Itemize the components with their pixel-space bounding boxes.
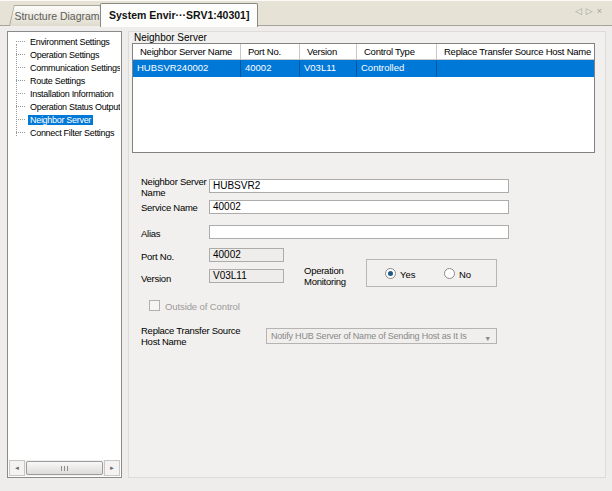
table-row-selected[interactable]: HUBSVR240002 40002 V03L11 Controlled (133, 60, 594, 77)
service-name-field[interactable]: 40002 (209, 200, 509, 214)
scrollbar-thumb[interactable] (26, 461, 103, 475)
sidebar-item-installation-information[interactable]: Installation Information (8, 87, 120, 100)
neighbor-server-name-label: Neighbor Server Name (141, 177, 208, 198)
replace-transfer-dropdown-value: Notify HUB Server of Name of Sending Hos… (271, 331, 467, 341)
radio-yes-label[interactable]: Yes (400, 269, 416, 280)
version-field: V03L11 (209, 269, 284, 283)
column-header-control-type[interactable]: Control Type (357, 44, 437, 60)
outside-of-control-checkbox[interactable] (149, 300, 160, 311)
sidebar-horizontal-scrollbar[interactable]: ◄ ► (9, 460, 120, 476)
section-label: Neighbor Server (134, 32, 207, 43)
cell-port-no: 40002 (241, 60, 300, 77)
replace-transfer-dropdown[interactable]: Notify HUB Server of Name of Sending Hos… (266, 328, 497, 344)
sidebar-item-neighbor-server[interactable]: Neighbor Server (8, 113, 120, 126)
column-header-replace-transfer[interactable]: Replace Transfer Source Host Name (437, 44, 594, 60)
radio-no-label[interactable]: No (459, 269, 471, 280)
radio-no[interactable] (444, 268, 455, 279)
settings-tree-panel: Environment Settings Operation Settings … (7, 31, 122, 478)
close-tab-icon[interactable]: × (597, 6, 606, 16)
sidebar-item-communication-settings[interactable]: Communication Settings (8, 61, 120, 74)
sidebar-item-operation-status-output[interactable]: Operation Status Output (8, 100, 120, 113)
cell-neighbor-server-name: HUBSVR240002 (133, 60, 241, 77)
settings-tree: Environment Settings Operation Settings … (8, 35, 120, 139)
column-header-port-no[interactable]: Port No. (241, 44, 300, 60)
dropdown-arrow-icon: ▼ (484, 332, 491, 344)
tab-structure-diagram-label: Structure Diagram (10, 6, 104, 26)
neighbor-server-panel: Neighbor Server Neighbor Server Name Por… (128, 31, 606, 478)
radio-yes-dot (388, 271, 393, 276)
tab-bar: Structure Diagram System Envir···SRV1:40… (0, 0, 612, 26)
port-no-field: 40002 (209, 248, 284, 262)
alias-field[interactable] (209, 225, 509, 239)
sidebar-item-route-settings[interactable]: Route Settings (8, 74, 120, 87)
next-tab-icon[interactable]: ▷ (586, 6, 597, 16)
tab-nav-buttons: ◁▷× (575, 6, 606, 16)
scroll-left-icon[interactable]: ◄ (9, 460, 25, 476)
cell-version: V03L11 (300, 60, 357, 77)
operation-monitoring-group: Yes No (366, 259, 497, 287)
sidebar-item-connect-filter-settings[interactable]: Connect Filter Settings (8, 126, 120, 139)
tab-system-environment[interactable]: System Envir···SRV1:40301] (100, 3, 258, 27)
sidebar-item-operation-settings[interactable]: Operation Settings (8, 48, 120, 61)
sidebar-item-environment-settings[interactable]: Environment Settings (8, 35, 120, 48)
replace-transfer-label: Replace Transfer Source Host Name (141, 326, 253, 347)
column-header-neighbor-server-name[interactable]: Neighbor Server Name (133, 44, 241, 60)
tab-structure-diagram[interactable]: Structure Diagram (9, 5, 105, 26)
prev-tab-icon[interactable]: ◁ (575, 6, 586, 16)
operation-monitoring-label: Operation Monitoring (304, 266, 364, 287)
scrollbar-grip-icon (61, 466, 68, 471)
column-header-version[interactable]: Version (300, 44, 357, 60)
outside-of-control-label: Outside of Control (165, 301, 240, 312)
table-header-row: Neighbor Server Name Port No. Version Co… (133, 44, 594, 60)
scroll-right-icon[interactable]: ► (104, 460, 120, 476)
application-window: Structure Diagram System Envir···SRV1:40… (0, 0, 612, 491)
cell-control-type: Controlled (357, 60, 437, 77)
neighbor-server-name-field[interactable]: HUBSVR2 (209, 179, 509, 193)
radio-yes[interactable] (385, 268, 396, 279)
neighbor-server-table: Neighbor Server Name Port No. Version Co… (132, 43, 595, 153)
cell-replace-transfer (437, 60, 594, 77)
